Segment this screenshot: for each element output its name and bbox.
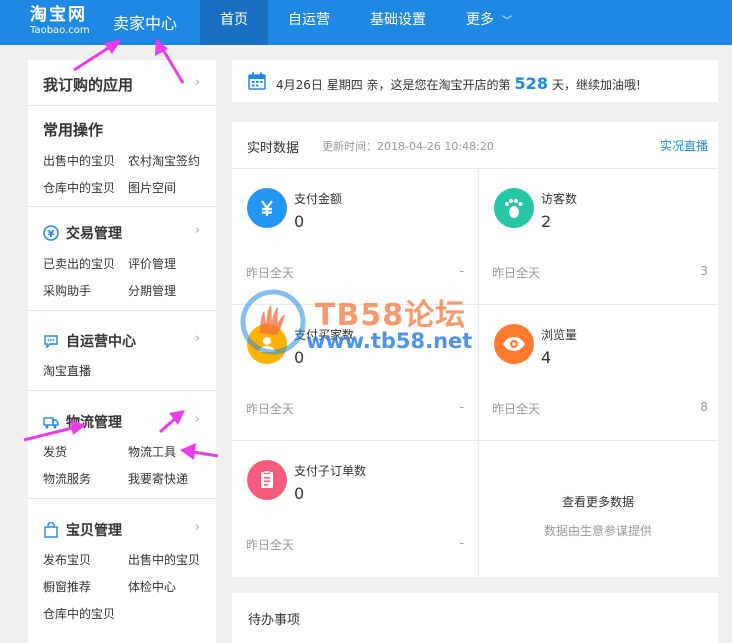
top-navbar: 淘宝网 Taobao.com 卖家中心 首页 自运营 基础设置 更多 ﹀ bbox=[0, 0, 732, 45]
nav-basic-settings[interactable]: 基础设置 bbox=[350, 0, 446, 45]
metric-label: 浏览量 bbox=[541, 328, 578, 342]
chat-icon bbox=[43, 333, 59, 349]
item-management-title[interactable]: 宝贝管理 bbox=[43, 520, 122, 540]
metric-value: 0 bbox=[294, 484, 305, 503]
metric-foot-value: - bbox=[459, 400, 464, 414]
divider bbox=[28, 206, 216, 207]
view-more-data-link[interactable]: 查看更多数据 bbox=[478, 493, 718, 510]
section-label: 物流管理 bbox=[66, 415, 122, 431]
divider bbox=[478, 169, 479, 577]
metric-label: 支付子订单数 bbox=[294, 464, 367, 478]
chevron-right-icon[interactable]: › bbox=[195, 331, 200, 346]
sidebar-link[interactable]: 图片空间 bbox=[128, 179, 176, 196]
sidebar-link[interactable]: 出售中的宝贝 bbox=[43, 152, 115, 169]
section-label: 自运营中心 bbox=[66, 334, 136, 350]
realtime-title: 实时数据 bbox=[247, 141, 300, 156]
eye-icon bbox=[494, 324, 534, 364]
order-icon bbox=[247, 460, 287, 500]
divider bbox=[28, 390, 216, 391]
metric-foot-label: 昨日全天 bbox=[246, 538, 295, 552]
logo-main-text: 淘宝网 bbox=[30, 5, 87, 25]
metric-foot-label: 昨日全天 bbox=[492, 266, 541, 280]
sidebar-link[interactable]: 物流服务 bbox=[43, 470, 91, 487]
metric-foot-value: - bbox=[459, 264, 464, 278]
metric-foot-label: 昨日全天 bbox=[492, 402, 541, 416]
yen-icon bbox=[247, 188, 287, 228]
metric-value: 0 bbox=[294, 348, 305, 367]
metric-foot-label: 昨日全天 bbox=[246, 402, 295, 416]
sidebar-link[interactable]: 分期管理 bbox=[128, 282, 176, 299]
sidebar-link[interactable]: 评价管理 bbox=[128, 255, 176, 272]
live-link[interactable]: 实况直播 bbox=[660, 137, 708, 154]
welcome-text: 4月26日 星期四 亲，这是您在淘宝开店的第 528 天，继续加油哦! bbox=[276, 74, 641, 93]
sidebar-link[interactable]: 采购助手 bbox=[43, 282, 91, 299]
metric-foot-value: - bbox=[459, 536, 464, 550]
truck-icon bbox=[43, 414, 59, 430]
divider bbox=[28, 498, 216, 499]
section-label: 交易管理 bbox=[66, 226, 122, 242]
sidebar-link[interactable]: 出售中的宝贝 bbox=[128, 551, 200, 568]
logistics-management-title[interactable]: 物流管理 bbox=[43, 412, 122, 432]
welcome-prefix: 4月26日 星期四 亲，这是您在淘宝开店的第 bbox=[276, 78, 511, 92]
chevron-right-icon[interactable]: › bbox=[195, 520, 200, 535]
todo-panel: 待办事项 bbox=[232, 593, 718, 643]
chevron-right-icon[interactable]: › bbox=[195, 412, 200, 427]
todo-title: 待办事项 bbox=[248, 613, 301, 628]
sidebar-link[interactable]: 橱窗推荐 bbox=[43, 578, 91, 595]
metric-foot-value: 8 bbox=[700, 400, 708, 414]
metric-foot-value: 3 bbox=[700, 264, 708, 278]
metric-label: 支付买家数 bbox=[294, 328, 355, 342]
subscribed-apps-title[interactable]: 我订购的应用 bbox=[43, 74, 133, 95]
sidebar-link[interactable]: 发货 bbox=[43, 443, 67, 460]
nav-more-label: 更多 bbox=[466, 12, 494, 28]
self-operation-center-title[interactable]: 自运营中心 bbox=[43, 331, 136, 351]
logo-sub-text: Taobao.com bbox=[30, 25, 90, 36]
realtime-data-panel: 实时数据 更新时间：2018-04-26 10:48:20 实况直播 支付金额 … bbox=[232, 122, 718, 577]
main-nav: 首页 自运营 基础设置 更多 ﹀ bbox=[200, 0, 532, 45]
seller-center-title[interactable]: 卖家中心 bbox=[113, 10, 177, 34]
shop-days: 528 bbox=[514, 74, 548, 93]
metric-value: 4 bbox=[541, 348, 552, 367]
nav-self-operation[interactable]: 自运营 bbox=[268, 0, 350, 45]
sidebar-link[interactable]: 淘宝直播 bbox=[43, 362, 91, 379]
sidebar-link[interactable]: 物流工具 bbox=[128, 443, 176, 460]
sidebar-link[interactable]: 已卖出的宝贝 bbox=[43, 255, 115, 272]
divider bbox=[232, 304, 718, 305]
welcome-suffix: 天，继续加油哦! bbox=[551, 78, 641, 92]
bag-icon bbox=[43, 521, 59, 538]
nav-more[interactable]: 更多 ﹀ bbox=[446, 0, 532, 45]
data-provider-note: 数据由生意参谋提供 bbox=[543, 524, 652, 538]
yen-circle-icon: ¥ bbox=[43, 225, 59, 241]
nav-home[interactable]: 首页 bbox=[200, 0, 268, 45]
metric-label: 支付金额 bbox=[294, 192, 343, 206]
chevron-right-icon[interactable]: › bbox=[195, 75, 200, 90]
update-time: 更新时间：2018-04-26 10:48:20 bbox=[322, 140, 494, 153]
sidebar-link[interactable]: 体检中心 bbox=[128, 578, 176, 595]
common-operations-title: 常用操作 bbox=[43, 121, 104, 139]
footprint-icon bbox=[494, 188, 534, 228]
metric-value: 2 bbox=[541, 212, 552, 231]
metric-label: 访客数 bbox=[541, 192, 578, 206]
taobao-logo[interactable]: 淘宝网 Taobao.com bbox=[30, 5, 90, 37]
sidebar-link[interactable]: 仓库中的宝贝 bbox=[43, 605, 115, 622]
welcome-bar: 4月26日 星期四 亲，这是您在淘宝开店的第 528 天，继续加油哦! bbox=[232, 60, 718, 102]
divider bbox=[28, 310, 216, 311]
calendar-icon bbox=[248, 72, 266, 93]
metric-value: 0 bbox=[294, 212, 305, 231]
divider bbox=[28, 105, 216, 106]
metric-foot-label: 昨日全天 bbox=[246, 266, 295, 280]
sidebar-link[interactable]: 农村淘宝签约 bbox=[128, 152, 200, 169]
section-label: 宝贝管理 bbox=[66, 523, 122, 539]
sidebar-link[interactable]: 仓库中的宝贝 bbox=[43, 179, 115, 196]
divider bbox=[232, 168, 718, 169]
chevron-down-icon: ﹀ bbox=[502, 16, 512, 27]
sidebar-link[interactable]: 发布宝贝 bbox=[43, 551, 91, 568]
svg-text:¥: ¥ bbox=[48, 229, 55, 240]
buyer-icon bbox=[247, 324, 287, 364]
chevron-right-icon[interactable]: › bbox=[195, 223, 200, 238]
sidebar: 我订购的应用 › 常用操作 出售中的宝贝 农村淘宝签约 仓库中的宝贝 图片空间 … bbox=[28, 60, 216, 643]
divider bbox=[232, 440, 718, 441]
trade-management-title[interactable]: ¥ 交易管理 bbox=[43, 223, 122, 243]
sidebar-link[interactable]: 我要寄快递 bbox=[128, 470, 188, 487]
